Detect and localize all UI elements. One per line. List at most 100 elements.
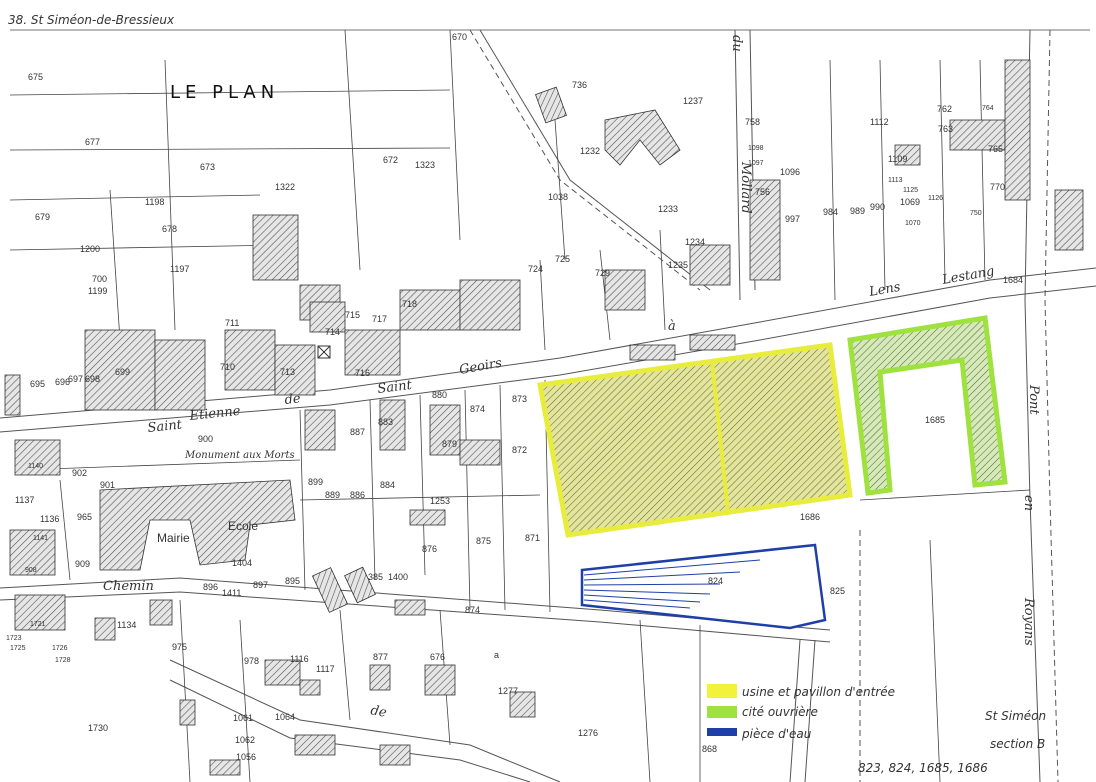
- parcel-label: 900: [198, 434, 213, 444]
- mairie-label: Mairie: [157, 531, 190, 545]
- parcel-label: 715: [345, 310, 360, 320]
- parcel-label: 1198: [145, 197, 164, 207]
- parcel-label: 1098: [748, 145, 764, 152]
- parcel-label: 1197: [170, 264, 189, 274]
- parcel-label: 825: [830, 586, 845, 596]
- parcel-label: 824: [708, 576, 723, 586]
- parcel-label: 1126: [928, 195, 943, 202]
- parcel-label: 877: [373, 652, 388, 662]
- parcel-label: 1276: [578, 728, 598, 738]
- parcel-label: 729: [595, 268, 610, 278]
- parcel-label: 1199: [88, 286, 107, 296]
- parcel-label: 978: [244, 656, 259, 666]
- parcel-label: a: [494, 650, 499, 660]
- parcel-label: 1038: [548, 192, 568, 202]
- parcel-label: 1125: [903, 187, 918, 194]
- legend-label-pond: pièce d'eau: [741, 727, 812, 741]
- parcel-label: 875: [476, 536, 491, 546]
- parcel-label: 716: [355, 368, 370, 378]
- parcel-label: 717: [372, 314, 387, 324]
- legend-label-housing: cité ouvrière: [742, 705, 818, 719]
- parcel-label: 699: [115, 367, 130, 377]
- parcel-label: 673: [200, 162, 215, 172]
- parcel-label: 679: [35, 212, 50, 222]
- street-label: Royans: [1021, 597, 1036, 646]
- parcel-label: 1233: [658, 204, 678, 214]
- parcel-label: 770: [990, 182, 1005, 192]
- parcel-label: 1730: [88, 723, 108, 733]
- parcel-label: 1686: [800, 512, 820, 522]
- parcel-label: 1721: [30, 621, 46, 628]
- parcel-label: 1134: [117, 620, 136, 630]
- parcel-label: 1116: [290, 654, 309, 664]
- parcel-label: 1728: [55, 657, 71, 664]
- parcel-label: 908: [25, 567, 37, 574]
- parcel-label: 1096: [780, 167, 800, 177]
- parcel-label: 896: [203, 582, 218, 592]
- parcel-label: 756: [755, 187, 770, 197]
- street-label: Pont: [1026, 384, 1041, 415]
- parcel-label: 697: [68, 374, 83, 384]
- parcel-label: 897: [253, 580, 268, 590]
- parcel-label: 1112: [870, 117, 889, 127]
- cadastral-map: 670 675 677 673 679 1198 1200 1197 700 1…: [0, 0, 1096, 782]
- parcel-label: 989: [850, 206, 865, 216]
- street-label: Mollard: [738, 161, 753, 214]
- parcel-label: 880: [432, 390, 447, 400]
- parcel-label: 385: [368, 572, 383, 582]
- parcel-label: 876: [422, 544, 437, 554]
- parcel-label: 997: [785, 214, 800, 224]
- parcel-label: 700: [92, 274, 107, 284]
- parcel-label: 1725: [10, 645, 26, 652]
- parcel-label: 1113: [888, 177, 903, 184]
- footer-parcels: 823, 824, 1685, 1686: [858, 761, 988, 775]
- street-label: de: [369, 703, 388, 721]
- parcel-label: 764: [982, 105, 994, 112]
- legend-label-factory: usine et pavillon d'entrée: [742, 685, 895, 699]
- parcel-label: 886: [350, 490, 365, 500]
- parcel-label: 1117: [316, 664, 335, 674]
- parcel-label: 1234: [685, 237, 705, 247]
- parcel-label: 1400: [388, 572, 408, 582]
- parcel-label: 750: [970, 210, 982, 217]
- parcel-label: 965: [77, 512, 92, 522]
- parcel-label: 909: [75, 559, 90, 569]
- parcel-label: 1069: [900, 197, 920, 207]
- parcel-label: 1404: [232, 558, 252, 568]
- parcel-label: 975: [172, 642, 187, 652]
- monument-label: Monument aux Morts: [184, 450, 295, 461]
- parcel-label: 1109: [888, 154, 907, 164]
- area-name: LE PLAN: [170, 82, 279, 103]
- parcel-label: 762: [937, 104, 952, 114]
- parcel-label: 1235: [668, 260, 688, 270]
- parcel-label: 1237: [683, 96, 703, 106]
- parcel-label: 874: [465, 605, 480, 615]
- parcel-label: 763: [938, 124, 953, 134]
- parcel-label: 1726: [52, 645, 68, 652]
- parcel-label: 889: [325, 490, 340, 500]
- parcel-label: 1141: [33, 535, 48, 542]
- parcel-label: 765: [988, 144, 1003, 154]
- parcel-label: 714: [325, 327, 340, 337]
- parcel-label: 1322: [275, 182, 295, 192]
- parcel-label: 725: [555, 254, 570, 264]
- parcel-label: 698: [85, 374, 100, 384]
- parcel-label: 899: [308, 477, 323, 487]
- parcel-label: 1070: [905, 220, 921, 227]
- parcel-label: 1061: [233, 713, 253, 723]
- street-label: Chemin: [103, 579, 154, 594]
- parcel-label: 902: [72, 468, 87, 478]
- legend-swatch-factory: [707, 684, 737, 698]
- parcel-label: 736: [572, 80, 587, 90]
- parcel-label: 868: [702, 744, 717, 754]
- parcel-label: 884: [380, 480, 395, 490]
- parcel-label: 872: [512, 445, 527, 455]
- street-label: à: [668, 319, 676, 334]
- parcel-label: 710: [220, 362, 235, 372]
- parcel-label: 713: [280, 367, 295, 377]
- parcel-label: 1411: [222, 588, 241, 598]
- parcel-label: 1064: [275, 712, 295, 722]
- parcel-label: 883: [378, 417, 393, 427]
- parcel-label: 1232: [580, 146, 600, 156]
- legend-swatch-housing: [707, 706, 737, 718]
